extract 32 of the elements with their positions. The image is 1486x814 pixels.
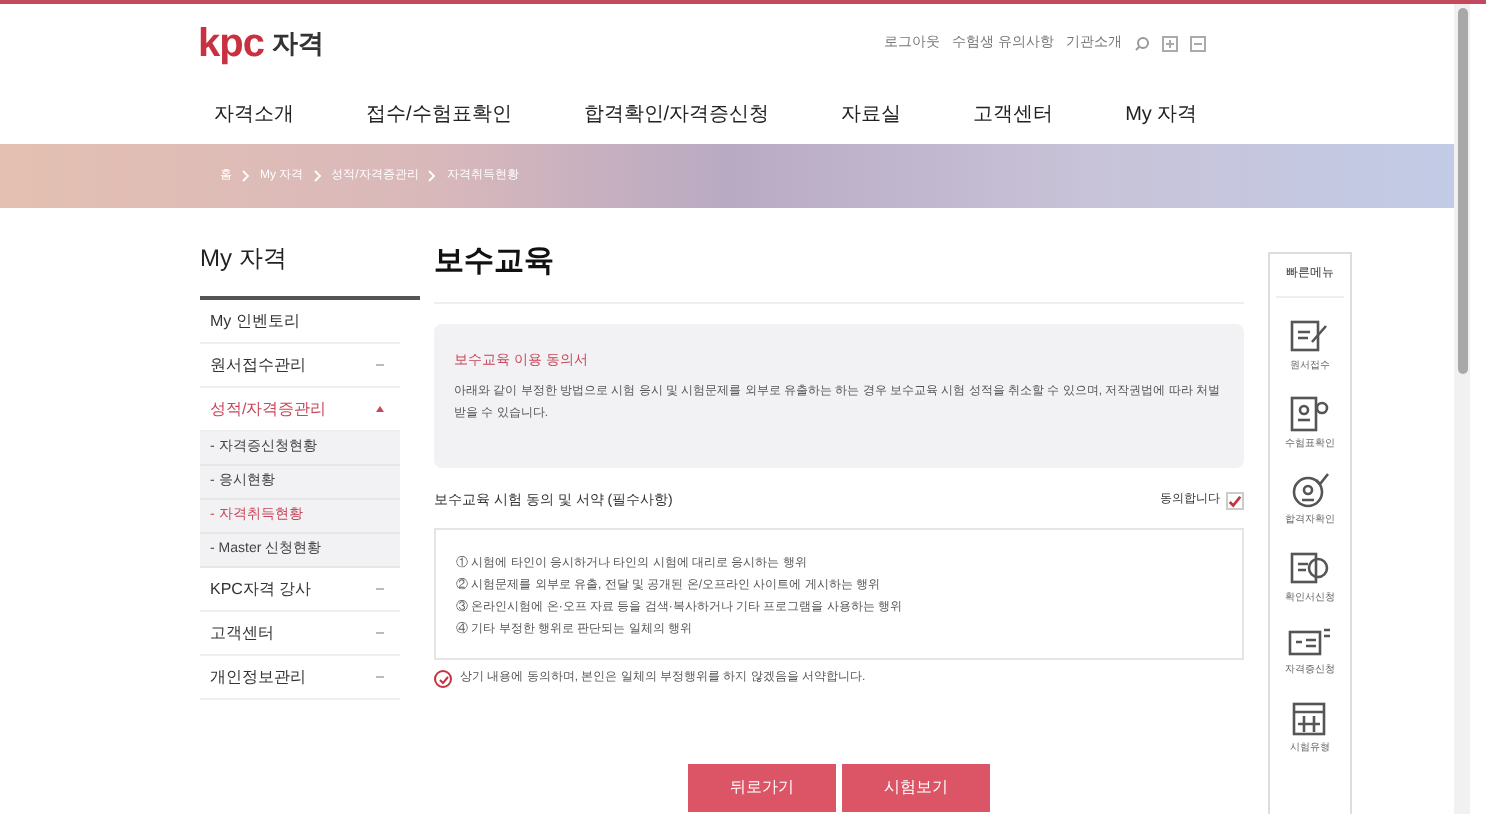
nav-item[interactable]: 고객센터: [973, 99, 1054, 129]
nav-item[interactable]: 자료실: [841, 99, 902, 129]
badge-check-icon: [1290, 472, 1330, 508]
chevron-icon: [242, 170, 250, 182]
sidebar-item[interactable]: My 인벤토리: [200, 300, 400, 344]
sidebar-item[interactable]: 개인정보관리: [200, 656, 400, 700]
id-card-icon: [1290, 395, 1330, 431]
agree-checkbox[interactable]: [1226, 492, 1244, 511]
chevron-icon: [313, 170, 322, 182]
nav-item[interactable]: 자격소개: [214, 99, 294, 129]
sidebar-title: My 자격: [200, 240, 420, 300]
document-a-icon: [1290, 549, 1330, 585]
scrollbar-thumb[interactable]: [1457, 8, 1467, 374]
zoom-in-icon[interactable]: [1162, 36, 1178, 52]
action-button[interactable]: 시험보기: [842, 764, 990, 812]
card-icon: [1288, 626, 1332, 658]
sidebar-item[interactable]: 원서접수관리: [200, 344, 400, 388]
nav-item[interactable]: 접수/수험표확인: [366, 99, 512, 129]
sidebar-item[interactable]: 고객센터: [200, 612, 400, 656]
nav-item[interactable]: 합격확인/자격증신청: [583, 99, 770, 129]
calendar-icon: [1290, 699, 1330, 735]
zoom-out-icon[interactable]: [1190, 36, 1206, 52]
logo-subtitle: 자격: [271, 26, 324, 63]
search-icon[interactable]: [1134, 36, 1150, 52]
logo[interactable]: kpc: [198, 14, 264, 74]
page-title: 보수교육: [434, 240, 1244, 303]
pencil-form-icon: [1290, 318, 1330, 354]
pledge-check-icon[interactable]: [434, 670, 452, 688]
sidebar-item[interactable]: KPC자격 강사: [200, 568, 400, 612]
nav-item[interactable]: My 자격: [1125, 99, 1198, 129]
chevron-icon: [428, 170, 437, 182]
action-button[interactable]: 뒤로가기: [688, 764, 836, 812]
